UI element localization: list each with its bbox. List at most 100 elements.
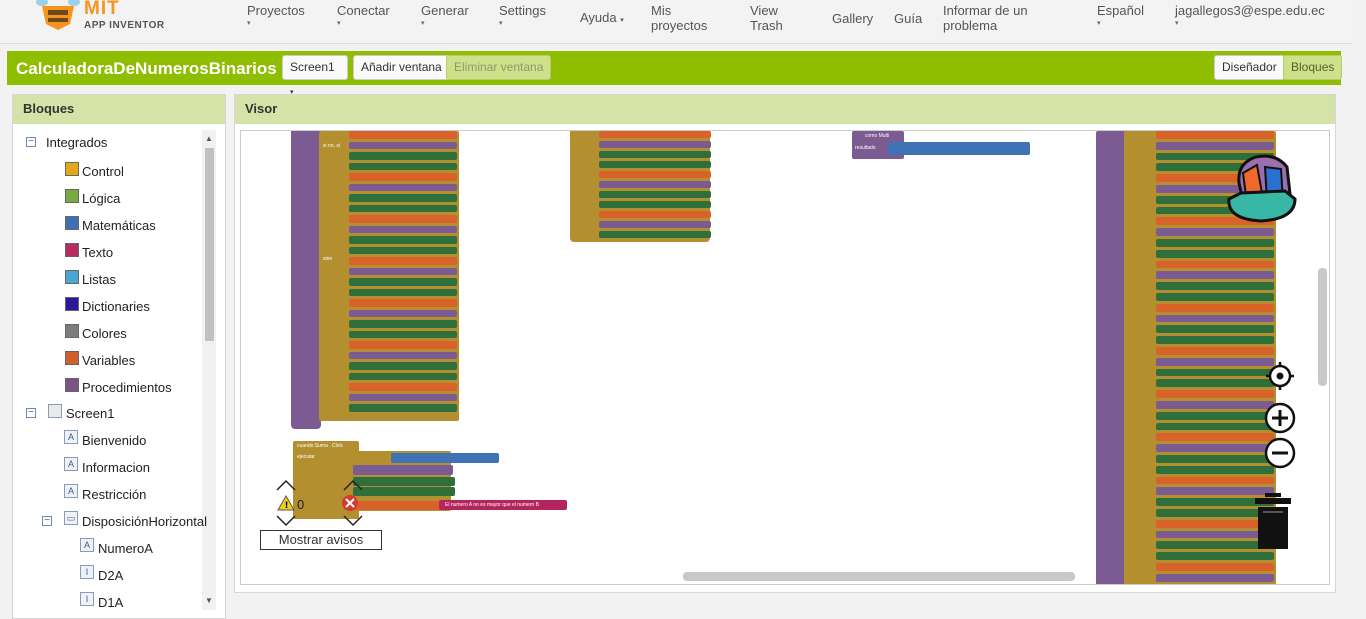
- scroll-down-icon[interactable]: ▼: [205, 596, 213, 605]
- zoom-in-icon[interactable]: [1263, 401, 1297, 435]
- block[interactable]: [1156, 260, 1274, 269]
- text-literal-block[interactable]: El numero A no es mayor que el numero B: [439, 500, 567, 510]
- block[interactable]: [349, 194, 457, 202]
- math-block[interactable]: [888, 142, 1030, 155]
- block[interactable]: [599, 181, 711, 188]
- block[interactable]: [349, 267, 457, 275]
- procedure-block[interactable]: [1096, 131, 1126, 584]
- block[interactable]: [599, 151, 711, 158]
- block[interactable]: [1156, 249, 1274, 258]
- block[interactable]: [349, 278, 457, 286]
- collapse-icon[interactable]: −: [26, 137, 36, 147]
- block[interactable]: [349, 246, 457, 254]
- block[interactable]: [349, 404, 457, 412]
- nav-guia[interactable]: Guía: [894, 11, 922, 26]
- block[interactable]: [349, 173, 457, 181]
- screen-select[interactable]: Screen1 ▾: [282, 55, 348, 96]
- collapse-icon[interactable]: −: [42, 516, 52, 526]
- block[interactable]: [1156, 325, 1274, 334]
- block[interactable]: [1156, 357, 1274, 366]
- block[interactable]: [599, 161, 711, 168]
- block[interactable]: [1156, 303, 1274, 312]
- block[interactable]: [1156, 552, 1274, 560]
- category-item[interactable]: Dictionaries: [82, 299, 150, 314]
- tree-component[interactable]: Informacion: [82, 460, 150, 475]
- block[interactable]: [349, 152, 457, 160]
- nav-account[interactable]: jagallegos3@espe.edu.ec ▾: [1175, 3, 1325, 28]
- designer-button[interactable]: Diseñador: [1214, 55, 1285, 80]
- warning-toggle-up-icon[interactable]: [276, 479, 296, 491]
- recenter-icon[interactable]: [1265, 361, 1295, 391]
- block[interactable]: [349, 162, 457, 170]
- block[interactable]: [599, 221, 711, 228]
- block[interactable]: [599, 231, 711, 238]
- block[interactable]: [1156, 573, 1274, 582]
- block[interactable]: [1156, 271, 1274, 280]
- set-block[interactable]: [353, 477, 455, 486]
- category-item[interactable]: Procedimientos: [82, 380, 172, 395]
- category-item[interactable]: Listas: [82, 272, 116, 287]
- block[interactable]: [349, 320, 457, 328]
- nav-proyectos[interactable]: Proyectos ▾: [247, 3, 305, 28]
- scroll-up-icon[interactable]: ▲: [205, 134, 213, 143]
- collapse-icon[interactable]: −: [26, 408, 36, 418]
- block[interactable]: [599, 191, 711, 198]
- block[interactable]: [1156, 336, 1274, 344]
- tree-component[interactable]: NumeroA: [98, 541, 153, 556]
- remove-screen-button[interactable]: Eliminar ventana: [446, 55, 552, 80]
- nav-view-trash[interactable]: View Trash: [750, 3, 790, 33]
- block[interactable]: [599, 201, 711, 208]
- block[interactable]: [1156, 411, 1274, 420]
- tree-screen1[interactable]: Screen1: [66, 406, 114, 421]
- block[interactable]: [1156, 563, 1274, 571]
- category-item[interactable]: Texto: [82, 245, 113, 260]
- nav-settings[interactable]: Settings ▾: [499, 3, 546, 28]
- category-item[interactable]: Lógica: [82, 191, 120, 206]
- block[interactable]: [1156, 455, 1274, 463]
- block[interactable]: [599, 171, 711, 178]
- block[interactable]: [349, 141, 457, 149]
- workspace-vertical-scrollbar[interactable]: [1318, 268, 1327, 386]
- block[interactable]: [1156, 433, 1274, 442]
- backpack-icon[interactable]: [1221, 143, 1311, 233]
- set-block[interactable]: [353, 487, 455, 496]
- blocks-button[interactable]: Bloques: [1283, 55, 1343, 80]
- procedure-block[interactable]: [291, 131, 321, 429]
- block[interactable]: [1156, 390, 1274, 398]
- block[interactable]: [349, 341, 457, 349]
- block[interactable]: [349, 351, 457, 359]
- page-scrollbar[interactable]: [1352, 0, 1366, 619]
- block[interactable]: [349, 288, 457, 296]
- block[interactable]: [349, 393, 457, 401]
- block[interactable]: [349, 183, 457, 191]
- nav-report-problem[interactable]: Informar de un problema: [943, 3, 1043, 33]
- error-toggle-up-icon[interactable]: [343, 479, 363, 491]
- block[interactable]: [1156, 314, 1274, 323]
- block[interactable]: [349, 131, 457, 139]
- block[interactable]: [349, 215, 457, 223]
- block[interactable]: [349, 383, 457, 391]
- tree-component[interactable]: D1A: [98, 595, 123, 610]
- block[interactable]: [599, 211, 711, 218]
- block[interactable]: [349, 236, 457, 244]
- block[interactable]: [1156, 282, 1274, 290]
- category-item[interactable]: Colores: [82, 326, 127, 341]
- block[interactable]: [1156, 131, 1274, 139]
- nav-gallery[interactable]: Gallery: [832, 11, 873, 26]
- trash-icon[interactable]: [1253, 493, 1293, 551]
- block[interactable]: [1156, 347, 1274, 355]
- blocks-workspace[interactable]: si no, si sino como Multi resultado cuan…: [240, 130, 1330, 585]
- block[interactable]: [1156, 293, 1274, 301]
- block[interactable]: [349, 372, 457, 380]
- nav-mis-proyectos[interactable]: Mis proyectos: [651, 3, 711, 33]
- block[interactable]: [1156, 239, 1274, 247]
- block[interactable]: [1156, 465, 1274, 474]
- workspace-horizontal-scrollbar[interactable]: [683, 572, 1075, 581]
- nav-generar[interactable]: Generar ▾: [421, 3, 469, 28]
- category-item[interactable]: Variables: [82, 353, 135, 368]
- add-screen-button[interactable]: Añadir ventana: [353, 55, 450, 80]
- call-block[interactable]: [391, 453, 499, 463]
- block[interactable]: [1156, 401, 1274, 409]
- category-item[interactable]: Control: [82, 164, 124, 179]
- zoom-out-icon[interactable]: [1263, 436, 1297, 470]
